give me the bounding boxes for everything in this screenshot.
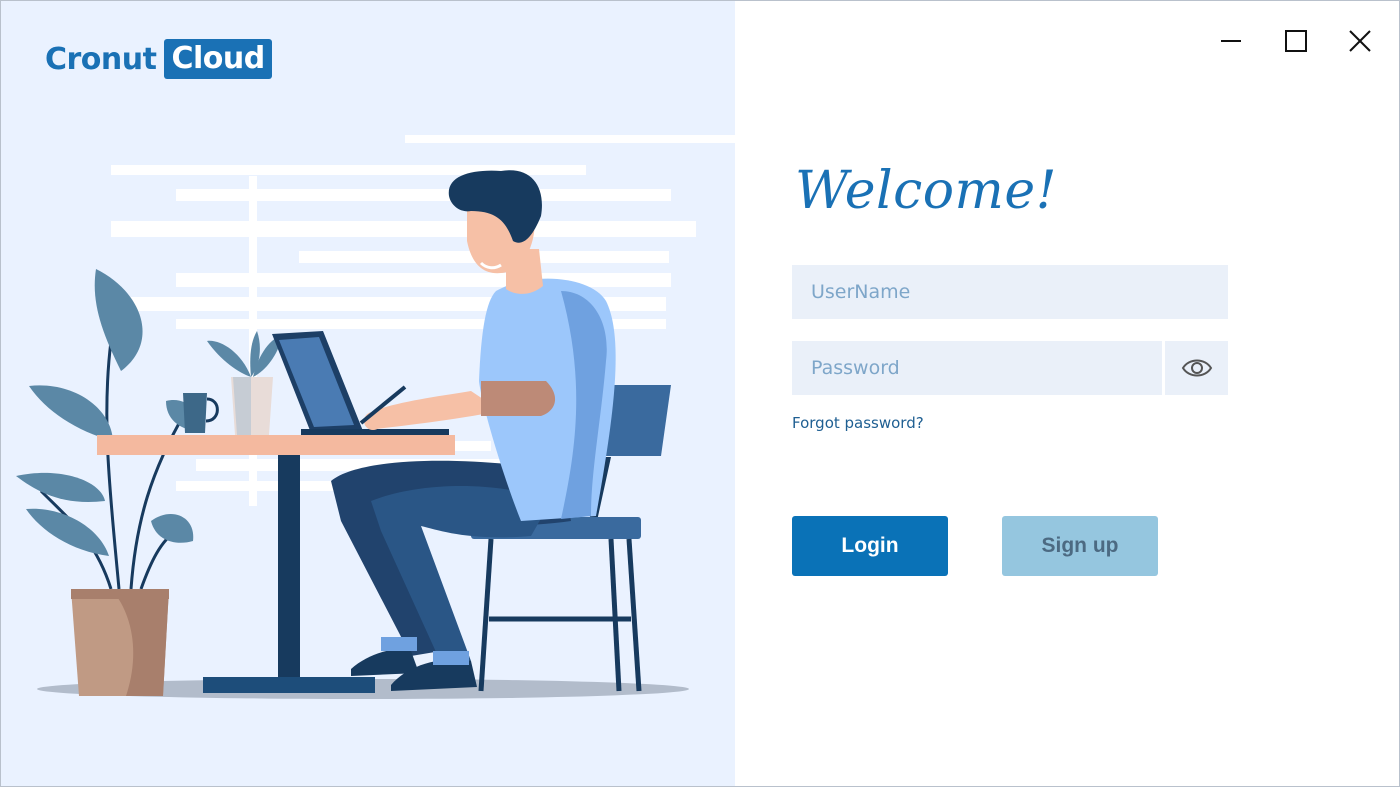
illustration-panel: Cronut Cloud (1, 1, 735, 786)
login-panel: Welcome! Forgot password? Login Sign up (735, 1, 1399, 786)
eye-icon (1181, 359, 1212, 377)
minimize-button[interactable] (1213, 23, 1249, 59)
username-field[interactable] (792, 265, 1228, 319)
minimize-icon (1221, 40, 1241, 42)
maximize-button[interactable] (1278, 23, 1314, 59)
login-window: Cronut Cloud Welcome! UserName Forgot pa… (0, 0, 1400, 787)
forgot-password-link[interactable]: Forgot password? (792, 414, 924, 432)
close-button[interactable] (1342, 23, 1378, 59)
signup-button[interactable]: Sign up (1002, 516, 1158, 576)
brand-logo: Cronut Cloud (45, 39, 272, 79)
maximize-icon (1285, 30, 1307, 52)
login-button[interactable]: Login (792, 516, 948, 576)
man-at-laptop-illustration (16, 135, 735, 699)
show-password-button[interactable] (1165, 341, 1228, 395)
close-icon (1349, 30, 1371, 52)
password-field[interactable] (792, 341, 1162, 395)
brand-logo-part1: Cronut (45, 41, 157, 77)
brand-logo-part2: Cloud (164, 39, 272, 79)
welcome-heading: Welcome! (795, 161, 1058, 221)
